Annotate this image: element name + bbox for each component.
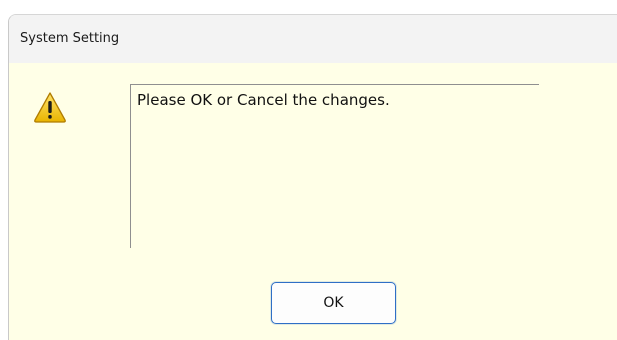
- dialog-window: System Setting Please OK or Cancel the c…: [8, 14, 617, 340]
- message-textbox: Please OK or Cancel the changes.: [130, 84, 539, 248]
- window-title: System Setting: [20, 31, 120, 46]
- warning-icon: [34, 92, 66, 123]
- title-bar[interactable]: System Setting: [9, 15, 617, 63]
- message-text: Please OK or Cancel the changes.: [137, 91, 390, 109]
- ok-button[interactable]: OK: [271, 282, 396, 324]
- dialog-body: Please OK or Cancel the changes. OK: [9, 63, 617, 340]
